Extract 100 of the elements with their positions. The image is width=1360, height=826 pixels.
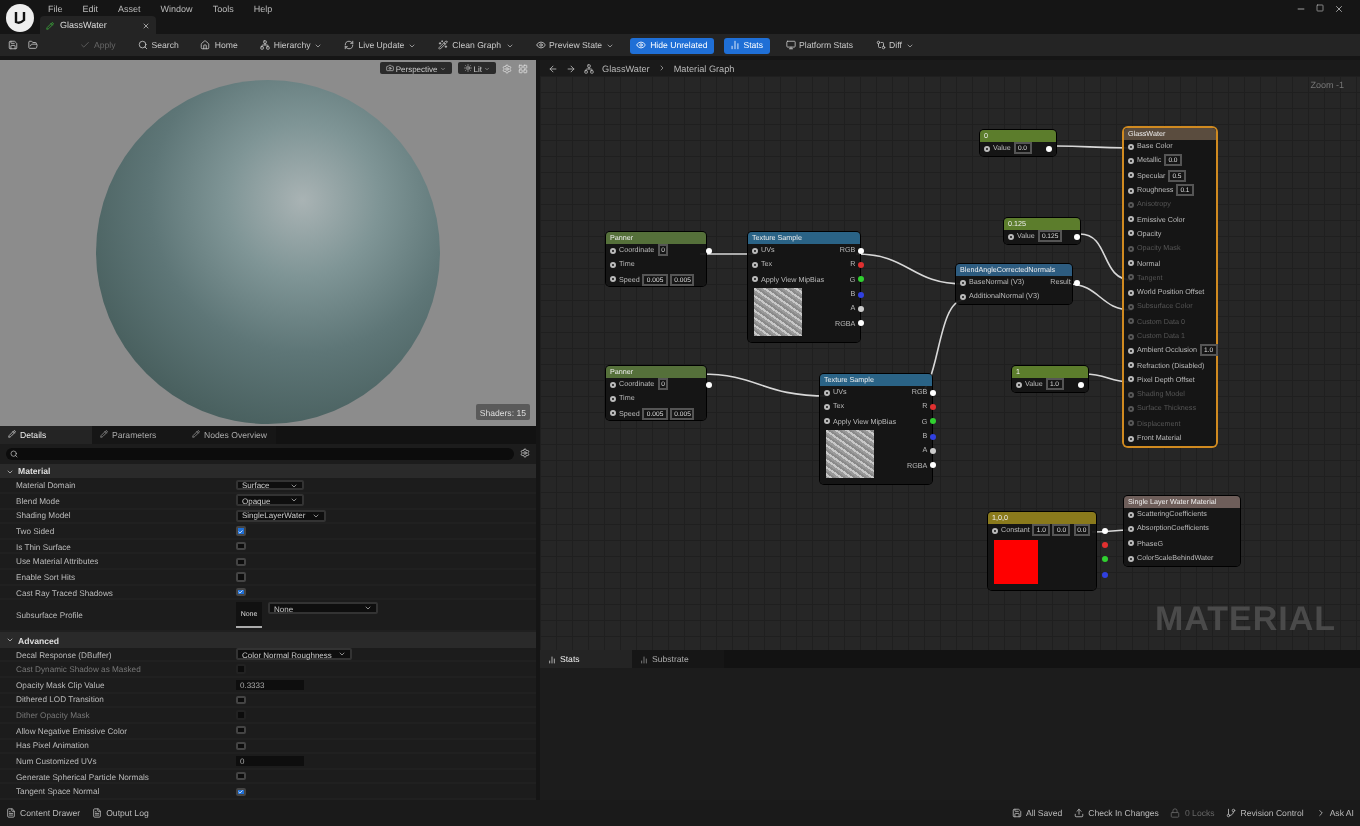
eye-icon [535,40,546,50]
checkbox[interactable] [236,587,245,597]
compare-icon [875,40,886,50]
save-icon [1011,808,1022,818]
output-pin-icon[interactable] [1073,279,1080,286]
input-pin-icon[interactable] [610,261,616,268]
output-pin-icon[interactable] [858,320,865,327]
home-icon [200,40,211,50]
save-icon[interactable] [8,40,18,50]
input-pin-icon[interactable] [1128,260,1134,267]
input-pin-icon[interactable] [824,418,830,425]
forward-icon[interactable] [566,63,576,73]
hierarchy-icon [259,40,270,50]
chart-icon [729,40,740,50]
material-icon [46,21,54,29]
graph-canvas[interactable] [540,76,1360,650]
settings-icon[interactable] [520,448,530,459]
chart-icon [640,655,648,663]
input-pin-icon[interactable] [752,276,758,283]
lock-icon [1170,808,1181,818]
input-pin-icon[interactable] [1128,187,1134,194]
input-pin-icon[interactable] [610,395,616,402]
checkbox[interactable] [236,725,245,735]
output-pin-icon[interactable] [858,247,865,254]
input-pin-icon[interactable] [1128,511,1134,518]
input-pin-icon[interactable] [1008,233,1014,240]
texture-preview [754,288,802,337]
check-icon [80,40,90,50]
pencil-icon [8,430,16,439]
checkbox[interactable] [236,557,245,567]
input-pin-icon[interactable] [610,247,616,254]
input-pin-icon[interactable] [824,403,830,410]
texture-preview [826,430,874,479]
output-pin-icon[interactable] [930,447,937,454]
output-pin-icon[interactable] [858,305,865,312]
input-pin-icon[interactable] [752,261,758,268]
output-pin-icon[interactable] [705,381,712,388]
checkbox[interactable] [236,787,245,797]
input-pin-icon[interactable] [1016,381,1022,388]
output-pin-icon[interactable] [1101,527,1108,534]
camera-icon [385,64,394,72]
input-pin-icon[interactable] [960,279,966,286]
pencil-icon [100,430,108,439]
input-pin-icon[interactable] [1128,216,1134,223]
output-pin-icon[interactable] [930,418,937,425]
output-pin-icon[interactable] [1046,145,1052,152]
input-pin-icon[interactable] [992,527,998,534]
input-pin-icon[interactable] [1128,376,1134,383]
input-pin-icon[interactable] [1128,172,1134,179]
input-pin-icon[interactable] [1128,540,1134,547]
checkbox[interactable] [236,695,245,705]
output-pin-icon[interactable] [930,462,937,469]
checkbox[interactable] [236,526,245,536]
input-pin-icon[interactable] [1128,143,1134,150]
document-icon [92,808,103,818]
logo-icon[interactable] [6,4,34,32]
input-pin-icon[interactable] [1128,230,1134,237]
document-icon [6,808,16,818]
eye-icon [636,40,647,50]
search-icon [10,449,18,458]
maximize-icon[interactable] [1316,4,1324,12]
folder-icon[interactable] [28,40,38,50]
chevron-icon [1315,808,1326,818]
output-pin-icon[interactable] [930,389,937,396]
checkbox[interactable] [236,741,245,751]
wand-icon [438,40,449,50]
search-field[interactable] [6,447,514,460]
refresh-icon [344,40,355,50]
minimize-icon[interactable] [1296,3,1306,13]
output-pin-icon[interactable] [858,276,865,283]
output-pin-icon[interactable] [1101,556,1108,563]
input-pin-icon[interactable] [824,389,830,396]
input-pin-icon[interactable] [610,276,616,283]
input-pin-icon[interactable] [1128,435,1134,442]
input-pin-icon[interactable] [1128,555,1134,562]
input-pin-icon[interactable] [1128,525,1134,532]
monitor-icon [785,40,796,50]
input-pin-icon[interactable] [610,410,616,417]
output-pin-icon[interactable] [1078,381,1084,388]
input-pin-icon[interactable] [752,247,758,254]
chart-icon [548,655,556,663]
checkbox[interactable] [236,572,245,582]
checkbox[interactable] [236,771,245,781]
output-pin-icon[interactable] [705,247,712,254]
checkbox[interactable] [236,541,245,551]
input-pin-icon[interactable] [1128,157,1134,164]
graph-icon [584,63,594,73]
sun-icon [463,64,472,72]
input-pin-icon[interactable] [610,381,616,388]
input-pin-icon[interactable] [1128,289,1134,296]
back-icon[interactable] [548,63,558,73]
input-pin-icon[interactable] [960,293,966,300]
color-swatch [994,539,1038,584]
input-pin-icon[interactable] [1128,362,1134,369]
input-pin-icon[interactable] [984,145,990,152]
output-pin-icon[interactable] [1073,233,1080,240]
input-pin-icon[interactable] [1128,347,1134,354]
search-icon [137,40,148,50]
branch-icon [1226,808,1237,818]
upload-icon [1074,808,1085,818]
